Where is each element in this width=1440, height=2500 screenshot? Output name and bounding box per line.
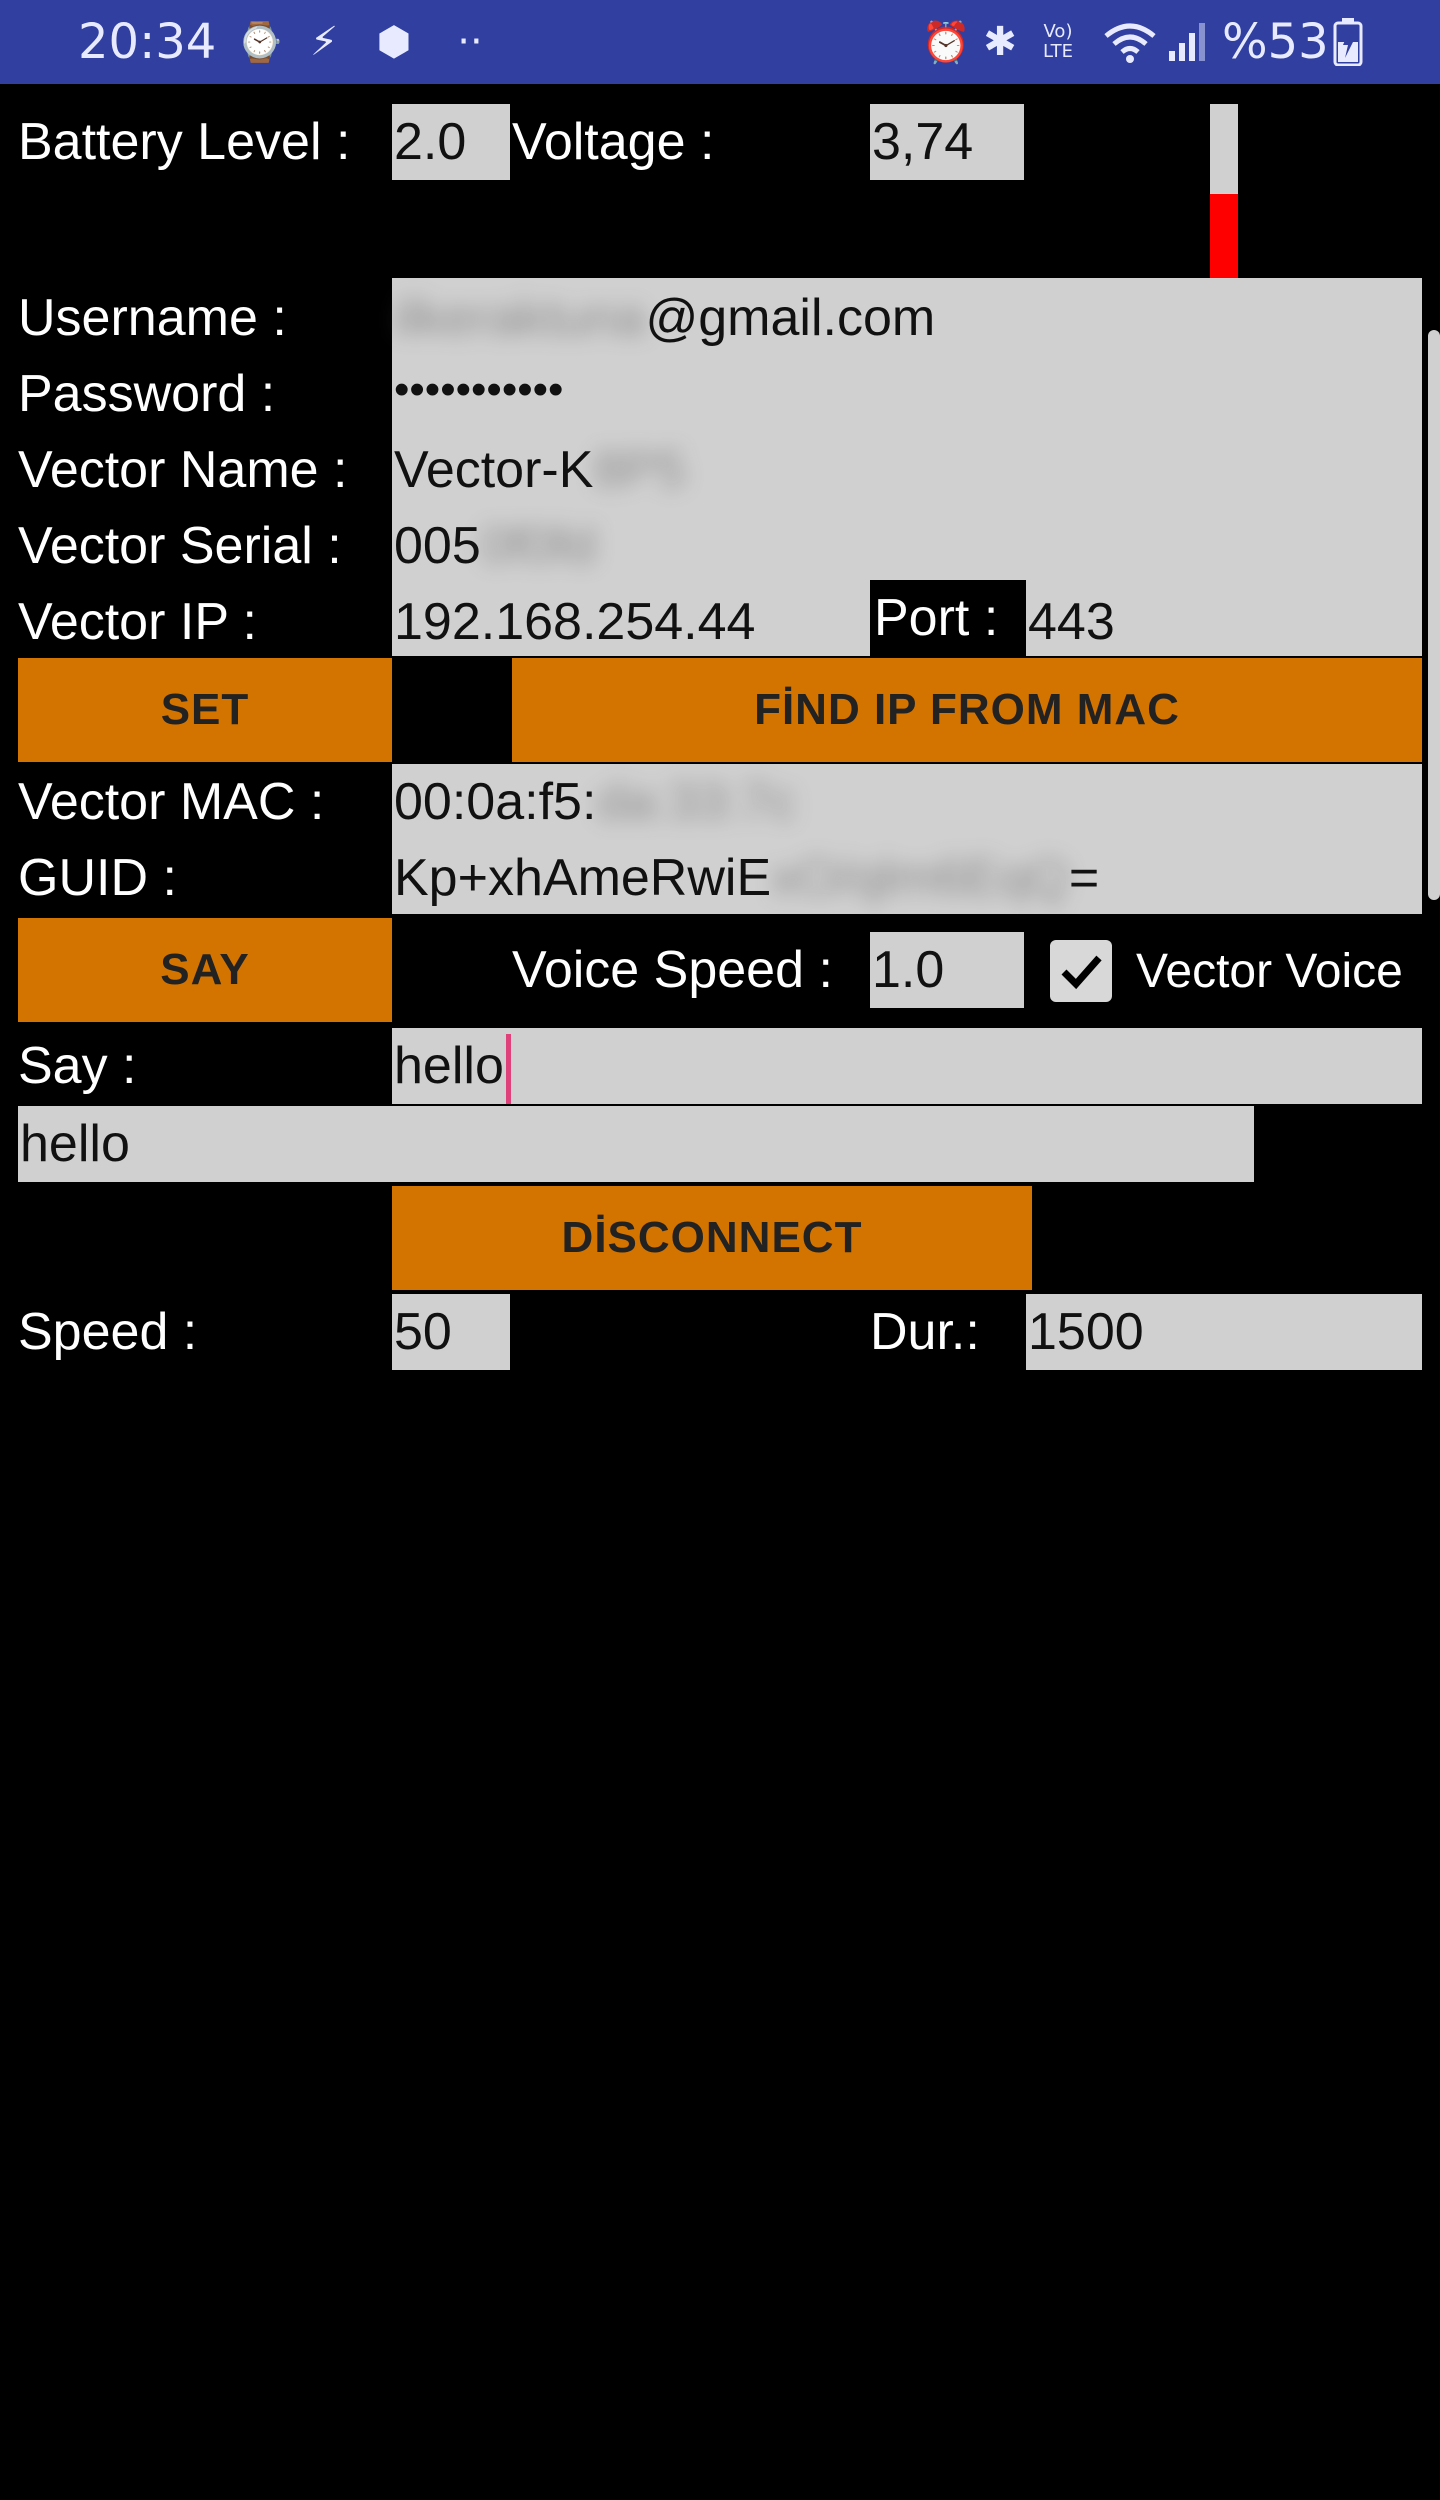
vector-serial-field[interactable]: 0050f0fd — [392, 508, 1422, 584]
vector-voice-label: Vector Voice — [1136, 945, 1403, 998]
vector-ip-label: Vector IP : — [18, 593, 257, 651]
set-button[interactable]: SET — [18, 658, 392, 762]
say-output-field: hello — [18, 1106, 1254, 1182]
volte-icon: Vo) LTE — [1043, 21, 1073, 62]
flash-icon: ⚡ — [309, 19, 339, 65]
vector-name-redacted: 8P5 — [593, 441, 686, 499]
vector-name-prefix: Vector-K — [394, 441, 594, 499]
checkmark-icon — [1061, 955, 1102, 990]
speed-field[interactable]: 50 — [392, 1294, 510, 1370]
battery-level-field[interactable]: 2.0 — [392, 104, 510, 180]
status-time: 20:34 — [78, 14, 217, 70]
disconnect-button[interactable]: DİSCONNECT — [392, 1186, 1032, 1290]
hexagon-icon: ⬢ — [376, 19, 412, 65]
vector-name-label: Vector Name : — [18, 441, 348, 499]
battery-level-label: Battery Level : — [18, 113, 351, 171]
scrollbar[interactable] — [1428, 330, 1440, 900]
guid-prefix: Kp+xhAmeRwiE — [394, 849, 772, 907]
vector-name-field[interactable]: Vector-K8P5 — [392, 432, 1422, 508]
vector-mac-field[interactable]: 00:0a:f5:da:33:7c — [392, 764, 1422, 840]
guid-label: GUID : — [18, 849, 177, 907]
voice-speed-field[interactable]: 1.0 — [870, 932, 1024, 1008]
vector-serial-prefix: 005 — [394, 517, 481, 575]
vector-mac-label: Vector MAC : — [18, 773, 325, 831]
say-label: Say : — [18, 1037, 137, 1095]
port-field[interactable]: 443 — [1026, 584, 1422, 660]
say-button[interactable]: SAY — [18, 918, 392, 1022]
say-input-text: hello — [394, 1037, 504, 1095]
signal-icon — [1164, 18, 1212, 66]
guid-field[interactable]: Kp+xhAmeRwiExO/qlm6EqQ= — [392, 840, 1422, 916]
vector-mac-prefix: 00:0a:f5: — [394, 773, 597, 831]
speed-label: Speed : — [18, 1303, 198, 1361]
battery-percent: %53 — [1222, 14, 1329, 70]
text-cursor — [505, 1034, 511, 1104]
vector-mac-redacted: da:33:7c — [596, 773, 796, 831]
duration-label: Dur.: — [870, 1303, 980, 1361]
status-bar: 20:34 ⌚ ⚡ ⬢ ·· ⏰ ✱ Vo) LTE %53 — [0, 0, 1440, 84]
find-ip-from-mac-button[interactable]: FİND IP FROM MAC — [512, 658, 1422, 762]
say-input[interactable]: hello — [392, 1028, 1422, 1104]
voltage-field[interactable]: 3,74 — [870, 104, 1024, 180]
vector-serial-redacted: 0f0fd — [480, 517, 597, 575]
more-dots-icon: ·· — [457, 19, 483, 65]
guid-redacted: xO/qlm6EqQ — [771, 849, 1069, 907]
voice-speed-label: Voice Speed : — [512, 941, 833, 999]
duration-field[interactable]: 1500 — [1026, 1294, 1422, 1370]
battery-icon — [1330, 18, 1366, 66]
username-label: Username : — [18, 289, 287, 347]
password-label: Password : — [18, 365, 276, 423]
alarm-icon: ⏰ — [921, 19, 971, 66]
password-field[interactable]: ••••••••••• — [392, 352, 1422, 428]
username-field[interactable]: ilkeraktuna@gmail.com — [392, 280, 1422, 356]
vector-voice-checkbox[interactable] — [1050, 940, 1112, 1002]
username-suffix: @gmail.com — [645, 289, 936, 347]
watch-icon: ⌚ — [236, 19, 284, 64]
guid-suffix: = — [1068, 849, 1100, 907]
vector-ip-field[interactable]: 192.168.254.44 — [392, 584, 870, 660]
battery-gauge — [1210, 104, 1238, 278]
vector-serial-label: Vector Serial : — [18, 517, 342, 575]
wifi-icon — [1100, 18, 1160, 66]
voltage-label: Voltage : — [512, 113, 715, 171]
username-redacted: ilkeraktuna — [394, 289, 646, 347]
bluetooth-icon: ✱ — [983, 19, 1017, 65]
port-label: Port : — [870, 580, 1026, 656]
battery-gauge-fill — [1210, 194, 1238, 278]
